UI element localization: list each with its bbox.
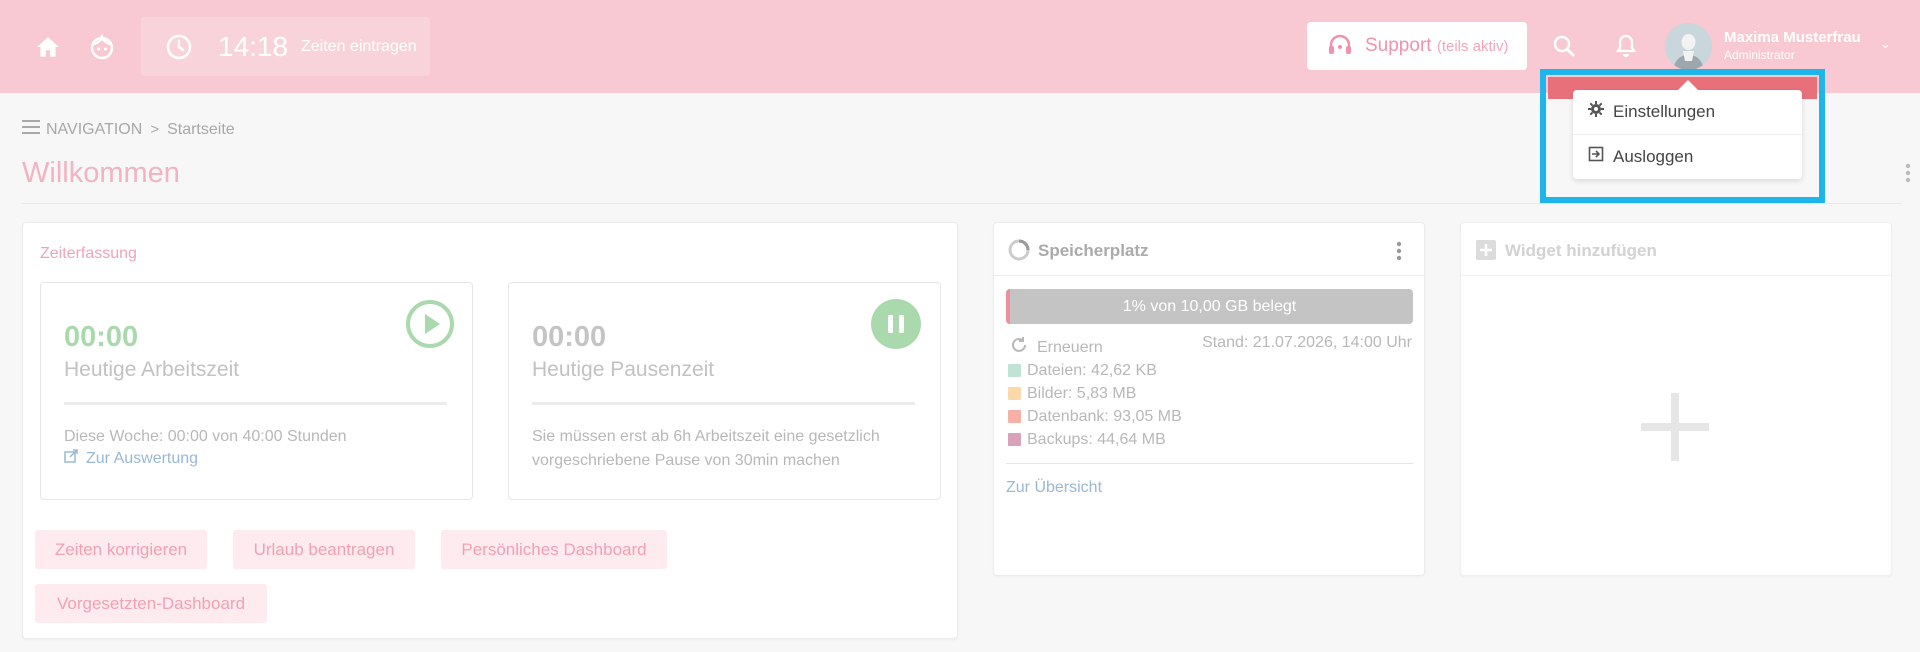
breadcrumb-separator: >	[150, 121, 160, 138]
storage-card: Speicherplatz 1% von 10,00 GB belegt Ern…	[993, 222, 1425, 576]
request-vacation-button[interactable]: Urlaub beantragen	[233, 530, 415, 569]
external-link-icon	[64, 449, 78, 468]
loading-ring-icon	[1007, 238, 1031, 262]
support-status: (teils aktiv)	[1436, 38, 1509, 55]
last-updated: Stand: 21.07.2026, 14:00 Uhr	[1202, 334, 1412, 351]
storage-progress-bar: 1% von 10,00 GB belegt	[1006, 289, 1413, 324]
avatar[interactable]	[1665, 23, 1712, 70]
storage-legend: Dateien: 42,62 KB Bilder: 5,83 MB Datenban…	[1008, 359, 1182, 451]
chevron-down-icon[interactable]: ⌄	[1880, 36, 1891, 52]
week-summary: Diese Woche: 00:00 von 40:00 Stunden	[64, 428, 347, 445]
legend-label: Datenbank: 93,05 MB	[1027, 407, 1182, 425]
evaluation-link-label: Zur Auswertung	[86, 449, 199, 467]
play-icon[interactable]	[405, 299, 455, 349]
legend-item: Dateien: 42,62 KB	[1008, 359, 1182, 382]
work-time-label: Heutige Arbeitszeit	[64, 358, 240, 381]
card-header: Widget hinzufügen	[1461, 223, 1891, 276]
plus-icon	[1476, 240, 1496, 260]
user-dropdown-menu: Einstellungen Ausloggen	[1573, 90, 1802, 179]
dropdown-arrow	[1678, 80, 1698, 90]
legend-label: Bilder: 5,83 MB	[1027, 384, 1137, 402]
user-role: Administrator	[1724, 48, 1795, 62]
time-tracking-card: Zeiterfassung 00:00 Heutige Arbeitszeit …	[22, 222, 958, 639]
current-time: 14:18	[218, 31, 289, 62]
storage-usage-label: 1% von 10,00 GB belegt	[1122, 297, 1297, 315]
legend-swatch	[1008, 364, 1021, 377]
page-title: Willkommen	[22, 157, 180, 189]
work-time-value: 00:00	[64, 321, 139, 353]
supervisor-dashboard-button[interactable]: Vorgesetzten-Dashboard	[35, 584, 267, 623]
pause-info: Sie müssen erst ab 6h Arbeitszeit eine g…	[532, 428, 880, 469]
card-title: Widget hinzufügen	[1505, 241, 1657, 260]
work-time-panel: 00:00 Heutige Arbeitszeit Diese Woche: 0…	[40, 282, 473, 500]
divider	[64, 402, 447, 405]
divider	[22, 203, 1902, 204]
bell-icon[interactable]	[1612, 32, 1640, 60]
menu-item-logout[interactable]: Ausloggen	[1588, 146, 1693, 167]
menu-icon[interactable]	[22, 120, 40, 139]
divider	[532, 402, 915, 405]
breadcrumb-current: Startseite	[167, 120, 235, 138]
overview-link[interactable]: Zur Übersicht	[1006, 479, 1102, 497]
legend-swatch	[1008, 410, 1021, 423]
legend-label: Dateien: 42,62 KB	[1027, 361, 1157, 379]
home-icon[interactable]	[34, 33, 62, 61]
legend-label: Backups: 44,64 MB	[1027, 430, 1166, 448]
add-widget-card[interactable]: Widget hinzufügen	[1460, 222, 1892, 576]
divider	[1573, 134, 1802, 135]
time-tracker-box[interactable]: 14:18 Zeiten eintragen	[141, 17, 430, 76]
correct-times-button[interactable]: Zeiten korrigieren	[35, 530, 207, 569]
breadcrumb-nav[interactable]: NAVIGATION	[46, 121, 142, 139]
pause-time-label: Heutige Pausenzeit	[532, 358, 715, 381]
menu-item-label: Einstellungen	[1613, 101, 1716, 121]
legend-item: Bilder: 5,83 MB	[1008, 382, 1182, 405]
divider	[1006, 463, 1413, 464]
card-title: Speicherplatz	[1038, 241, 1149, 260]
time-entry-link[interactable]: Zeiten eintragen	[301, 38, 417, 56]
support-button[interactable]: Support (teils aktiv)	[1307, 22, 1527, 70]
legend-item: Backups: 44,64 MB	[1008, 428, 1182, 451]
legend-item: Datenbank: 93,05 MB	[1008, 405, 1182, 428]
pause-time-value: 00:00	[532, 321, 607, 353]
personal-dashboard-button[interactable]: Persönliches Dashboard	[441, 530, 667, 569]
face-icon[interactable]	[87, 32, 117, 62]
refresh-label: Erneuern	[1037, 338, 1103, 356]
add-widget-plus-icon[interactable]	[1641, 393, 1709, 461]
refresh-icon	[1009, 335, 1029, 360]
card-title: Zeiterfassung	[40, 245, 137, 262]
gear-icon	[1588, 101, 1604, 122]
breadcrumb: NAVIGATION > Startseite	[22, 120, 235, 139]
search-icon[interactable]	[1550, 32, 1578, 60]
user-name[interactable]: Maxima Musterfrau	[1724, 29, 1861, 46]
card-header: Speicherplatz	[994, 223, 1424, 276]
legend-swatch	[1008, 387, 1021, 400]
support-label: Support (teils aktiv)	[1365, 35, 1509, 57]
pause-icon[interactable]	[871, 299, 921, 349]
more-options-icon[interactable]	[1904, 162, 1912, 184]
more-options-icon[interactable]	[1395, 240, 1403, 262]
legend-swatch	[1008, 433, 1021, 446]
headset-icon	[1327, 34, 1353, 58]
pause-time-panel: 00:00 Heutige Pausenzeit Sie müssen erst…	[508, 282, 941, 500]
refresh-button[interactable]: Erneuern	[1009, 335, 1103, 360]
menu-item-label: Ausloggen	[1613, 146, 1694, 166]
evaluation-link[interactable]: Zur Auswertung	[64, 449, 198, 468]
clock-icon	[165, 33, 193, 61]
support-title: Support	[1365, 35, 1432, 56]
menu-item-settings[interactable]: Einstellungen	[1588, 101, 1715, 122]
logout-icon	[1588, 146, 1604, 167]
